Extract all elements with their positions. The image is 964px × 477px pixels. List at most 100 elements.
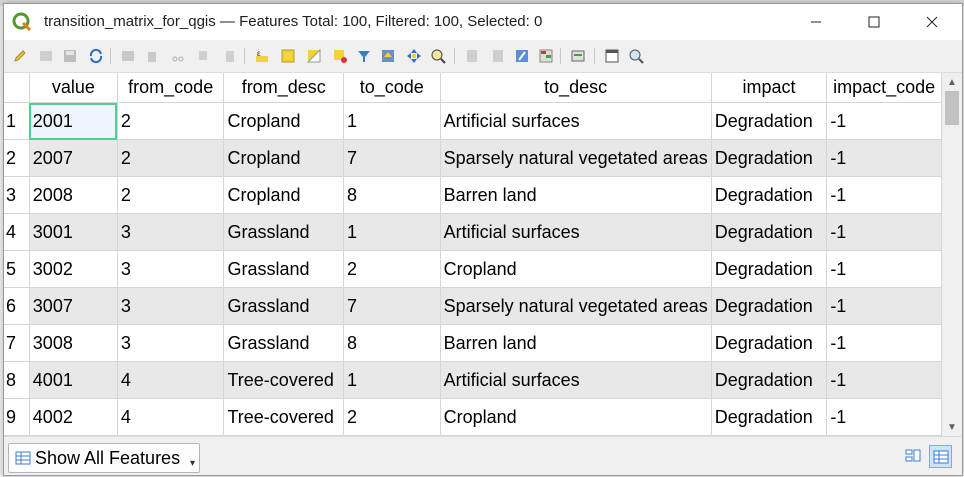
multi-edit-icon[interactable] [38, 48, 54, 64]
table-cell[interactable]: Barren land [440, 176, 712, 214]
table-cell[interactable]: 4001 [29, 361, 118, 399]
table-cell[interactable]: Degradation [711, 102, 828, 140]
table-cell[interactable]: 1 [343, 213, 441, 251]
save-icon[interactable] [62, 48, 78, 64]
column-header-from-code[interactable]: from_code [117, 73, 225, 103]
table-cell[interactable]: 3 [117, 213, 225, 251]
table-row[interactable]: 6 3007 3 Grassland 7 Sparsely natural ve… [4, 287, 942, 325]
conditional-format-icon[interactable] [538, 48, 554, 64]
table-cell[interactable]: 2 [343, 398, 441, 436]
dock-icon[interactable] [604, 48, 620, 64]
invert-selection-icon[interactable] [306, 48, 322, 64]
corner-header[interactable] [4, 73, 30, 103]
column-header-to-desc[interactable]: to_desc [440, 73, 712, 103]
add-feature-icon[interactable] [120, 48, 136, 64]
table-cell[interactable]: Degradation [711, 287, 828, 325]
row-number[interactable]: 5 [4, 250, 30, 288]
refresh-icon[interactable] [88, 48, 104, 64]
filter-icon[interactable] [356, 48, 372, 64]
table-row[interactable]: 5 3002 3 Grassland 2 Cropland Degradatio… [4, 250, 942, 288]
table-cell[interactable]: Sparsely natural vegetated areas [440, 139, 712, 177]
table-cell[interactable]: 8 [343, 324, 441, 362]
table-row[interactable]: 3 2008 2 Cropland 8 Barren land Degradat… [4, 176, 942, 214]
deselect-icon[interactable] [332, 48, 348, 64]
table-cell[interactable]: Cropland [223, 102, 344, 140]
row-number[interactable]: 7 [4, 324, 30, 362]
table-cell[interactable]: 8 [343, 176, 441, 214]
table-cell[interactable]: 7 [343, 139, 441, 177]
table-cell[interactable]: 1 [343, 102, 441, 140]
table-cell[interactable]: Artificial surfaces [440, 102, 712, 140]
table-cell[interactable]: -1 [826, 250, 942, 288]
table-cell[interactable]: Grassland [223, 324, 344, 362]
select-expression-icon[interactable]: ε [254, 48, 270, 64]
copy-icon[interactable] [196, 48, 212, 64]
move-top-icon[interactable] [380, 48, 396, 64]
table-cell[interactable]: -1 [826, 139, 942, 177]
column-header-value[interactable]: value [29, 73, 118, 103]
table-cell[interactable]: 2001 [29, 102, 118, 140]
table-cell[interactable]: 2 [117, 102, 225, 140]
column-header-from-desc[interactable]: from_desc [223, 73, 344, 103]
table-cell[interactable]: 3008 [29, 324, 118, 362]
minimize-button[interactable] [787, 4, 845, 40]
table-cell[interactable]: -1 [826, 102, 942, 140]
table-cell[interactable]: 4 [117, 398, 225, 436]
close-button[interactable] [903, 4, 961, 40]
table-cell[interactable]: 3 [117, 287, 225, 325]
table-cell[interactable]: Sparsely natural vegetated areas [440, 287, 712, 325]
pencil-icon[interactable] [12, 48, 28, 64]
delete-field-icon[interactable] [490, 48, 506, 64]
table-cell[interactable]: 2 [343, 250, 441, 288]
row-number[interactable]: 6 [4, 287, 30, 325]
table-cell[interactable]: Degradation [711, 213, 828, 251]
title-bar[interactable]: transition_matrix_for_qgis — Features To… [4, 4, 962, 40]
table-row[interactable]: 1 2001 2 Cropland 1 Artificial surfaces … [4, 102, 942, 140]
pan-selection-icon[interactable] [406, 48, 422, 64]
maximize-button[interactable] [845, 4, 903, 40]
table-cell[interactable]: 1 [343, 361, 441, 399]
table-cell[interactable]: Grassland [223, 213, 344, 251]
table-cell[interactable]: Degradation [711, 361, 828, 399]
table-cell[interactable]: 7 [343, 287, 441, 325]
table-row[interactable]: 4 3001 3 Grassland 1 Artificial surfaces… [4, 213, 942, 251]
table-cell[interactable]: -1 [826, 176, 942, 214]
vertical-scrollbar[interactable]: ▲ ▼ [942, 73, 962, 436]
table-row[interactable]: 2 2007 2 Cropland 7 Sparsely natural veg… [4, 139, 942, 177]
table-row[interactable]: 8 4001 4 Tree-covered 1 Artificial surfa… [4, 361, 942, 399]
table-cell[interactable]: 2 [117, 139, 225, 177]
table-cell[interactable]: 3001 [29, 213, 118, 251]
new-field-icon[interactable] [464, 48, 480, 64]
select-all-icon[interactable] [280, 48, 296, 64]
table-cell[interactable]: Degradation [711, 176, 828, 214]
row-number[interactable]: 9 [4, 398, 30, 436]
table-cell[interactable]: 4002 [29, 398, 118, 436]
actions-icon[interactable] [570, 48, 586, 64]
scroll-down-icon[interactable]: ▼ [942, 418, 962, 436]
table-cell[interactable]: Grassland [223, 250, 344, 288]
row-number[interactable]: 4 [4, 213, 30, 251]
scrollbar-thumb[interactable] [945, 91, 959, 125]
show-all-features-button[interactable]: Show All Features ▾ [8, 443, 200, 473]
organize-columns-icon[interactable] [628, 48, 644, 64]
table-cell[interactable]: -1 [826, 324, 942, 362]
table-cell[interactable]: Artificial surfaces [440, 361, 712, 399]
delete-feature-icon[interactable] [144, 48, 160, 64]
table-cell[interactable]: Barren land [440, 324, 712, 362]
table-cell[interactable]: 2 [117, 176, 225, 214]
paste-icon[interactable] [222, 48, 238, 64]
table-cell[interactable]: Cropland [440, 250, 712, 288]
row-number[interactable]: 2 [4, 139, 30, 177]
table-row[interactable]: 7 3008 3 Grassland 8 Barren land Degrada… [4, 324, 942, 362]
table-cell[interactable]: 2008 [29, 176, 118, 214]
table-cell[interactable]: -1 [826, 398, 942, 436]
table-cell[interactable]: Cropland [440, 398, 712, 436]
table-cell[interactable]: Degradation [711, 139, 828, 177]
row-number[interactable]: 8 [4, 361, 30, 399]
attribute-table-grid[interactable]: value from_code from_desc to_code to_des… [4, 73, 942, 436]
form-view-button[interactable] [902, 445, 924, 467]
table-cell[interactable]: -1 [826, 213, 942, 251]
column-header-impact-code[interactable]: impact_code [826, 73, 942, 103]
column-header-impact[interactable]: impact [711, 73, 828, 103]
row-number[interactable]: 3 [4, 176, 30, 214]
